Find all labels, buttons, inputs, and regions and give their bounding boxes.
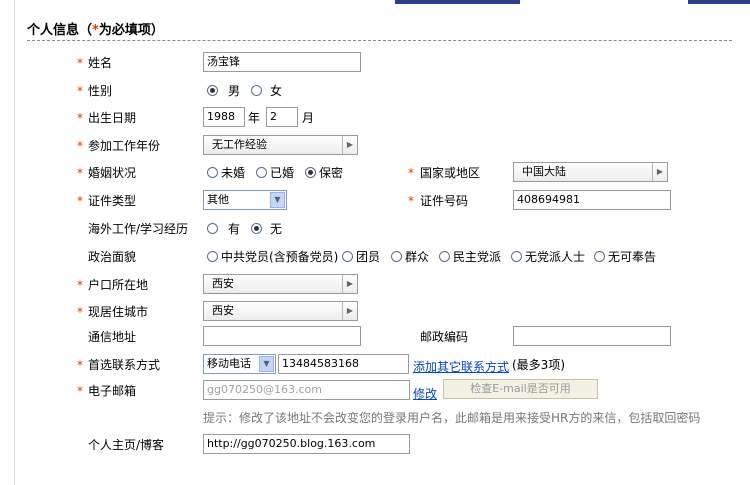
gender-label: 性别 — [88, 84, 113, 98]
required-mark: * — [77, 84, 83, 98]
political-radio-1[interactable] — [342, 251, 353, 262]
email-input[interactable]: gg070250@163.com — [203, 380, 410, 400]
work-years-dropdown[interactable]: 无工作经验 ▶ — [203, 135, 358, 155]
birth-label: 出生日期 — [88, 111, 137, 125]
chevron-right-icon: ▶ — [652, 163, 667, 181]
top-bar-segment — [688, 0, 750, 4]
name-input[interactable]: 汤宝锋 — [203, 52, 361, 72]
political-option-0: 中共党员(含预备党员) — [221, 250, 339, 264]
month-unit: 月 — [302, 111, 315, 125]
gender-male-radio[interactable] — [207, 85, 218, 96]
contact-input[interactable]: 13484583168 — [278, 354, 409, 374]
name-label: 姓名 — [88, 56, 113, 70]
address-label: 通信地址 — [88, 330, 137, 344]
divider — [27, 40, 732, 41]
country-dropdown[interactable]: 中国大陆 ▶ — [513, 162, 668, 182]
id-number-input[interactable]: 408694981 — [513, 190, 671, 210]
required-mark: * — [77, 278, 83, 292]
chevron-right-icon: ▶ — [342, 136, 357, 154]
contact-label: 首选联系方式 — [88, 358, 161, 372]
overseas-no-radio[interactable] — [251, 223, 262, 234]
required-mark: * — [77, 384, 83, 398]
required-mark: * — [77, 56, 83, 70]
political-radio-3[interactable] — [439, 251, 450, 262]
top-bar — [0, 0, 750, 4]
id-type-select[interactable]: 其他 ▼ — [203, 190, 287, 210]
homepage-input[interactable]: http://gg070250.blog.163.com — [203, 434, 410, 454]
political-label: 政治面貌 — [88, 250, 137, 264]
marital-label: 婚姻状况 — [88, 166, 137, 180]
gender-female-radio[interactable] — [251, 85, 262, 96]
city-value: 西安 — [212, 304, 234, 317]
marital-private-radio[interactable] — [305, 167, 316, 178]
section-title: 个人信息（*为必填项） — [27, 23, 164, 38]
overseas-label: 海外工作/学习经历 — [88, 222, 189, 236]
marital-married-radio[interactable] — [256, 167, 267, 178]
chevron-right-icon: ▶ — [342, 275, 357, 293]
required-mark: * — [77, 358, 83, 372]
add-contact-link[interactable]: 添加其它联系方式 — [413, 358, 509, 375]
birth-year-input[interactable]: 1988 — [203, 107, 245, 127]
gender-female-label: 女 — [270, 84, 283, 98]
email-label: 电子邮箱 — [88, 384, 137, 398]
address-input[interactable] — [203, 326, 361, 346]
hukou-label: 户口所在地 — [88, 278, 149, 292]
city-dropdown[interactable]: 西安 ▶ — [203, 301, 358, 321]
required-mark: * — [77, 194, 83, 208]
required-mark: * — [77, 111, 83, 125]
chevron-down-icon: ▼ — [270, 192, 285, 208]
required-mark: * — [408, 166, 414, 180]
marital-married-label: 已婚 — [270, 166, 295, 180]
id-type-label: 证件类型 — [88, 194, 137, 208]
postcode-label: 邮政编码 — [420, 330, 469, 344]
country-label: 国家或地区 — [420, 166, 481, 180]
required-mark: * — [77, 305, 83, 319]
homepage-label: 个人主页/博客 — [88, 438, 165, 452]
top-bar-segment — [395, 0, 520, 4]
chevron-down-icon: ▼ — [259, 356, 274, 372]
work-years-value: 无工作经验 — [212, 138, 267, 151]
check-email-button[interactable]: 检查E-mail是否可用 — [443, 379, 598, 399]
contact-type-select[interactable]: 移动电话 ▼ — [203, 354, 276, 374]
overseas-no-label: 无 — [270, 222, 283, 236]
political-radio-2[interactable] — [391, 251, 402, 262]
postcode-input[interactable] — [513, 326, 671, 346]
political-radio-4[interactable] — [511, 251, 522, 262]
political-option-3: 民主党派 — [453, 250, 502, 264]
city-label: 现居住城市 — [88, 305, 149, 319]
political-radio-0[interactable] — [207, 251, 218, 262]
id-number-label: 证件号码 — [420, 194, 469, 208]
birth-month-input[interactable]: 2 — [266, 107, 298, 127]
email-modify-link[interactable]: 修改 — [413, 385, 437, 402]
required-mark: * — [408, 194, 414, 208]
left-border — [14, 0, 15, 485]
hukou-dropdown[interactable]: 西安 ▶ — [203, 274, 358, 294]
marital-single-radio[interactable] — [207, 167, 218, 178]
political-radio-5[interactable] — [594, 251, 605, 262]
political-option-4: 无党派人士 — [525, 250, 586, 264]
marital-single-label: 未婚 — [221, 166, 246, 180]
gender-male-label: 男 — [228, 84, 241, 98]
marital-private-label: 保密 — [319, 166, 344, 180]
contact-note: (最多3项) — [512, 358, 565, 372]
work-years-label: 参加工作年份 — [88, 139, 161, 153]
year-unit: 年 — [248, 111, 261, 125]
political-option-5: 无可奉告 — [608, 250, 657, 264]
contact-type-value: 移动电话 — [207, 357, 251, 370]
required-mark: * — [77, 166, 83, 180]
overseas-yes-label: 有 — [228, 222, 241, 236]
required-mark: * — [77, 139, 83, 153]
hukou-value: 西安 — [212, 277, 234, 290]
country-value: 中国大陆 — [522, 165, 566, 178]
political-option-1: 团员 — [356, 250, 381, 264]
id-type-value: 其他 — [207, 193, 229, 206]
political-option-2: 群众 — [405, 250, 430, 264]
chevron-right-icon: ▶ — [342, 302, 357, 320]
overseas-yes-radio[interactable] — [207, 223, 218, 234]
email-hint: 提示：修改了该地址不会改变您的登录用户名，此邮箱是用来接受HR方的来信，包括取回… — [203, 411, 701, 425]
